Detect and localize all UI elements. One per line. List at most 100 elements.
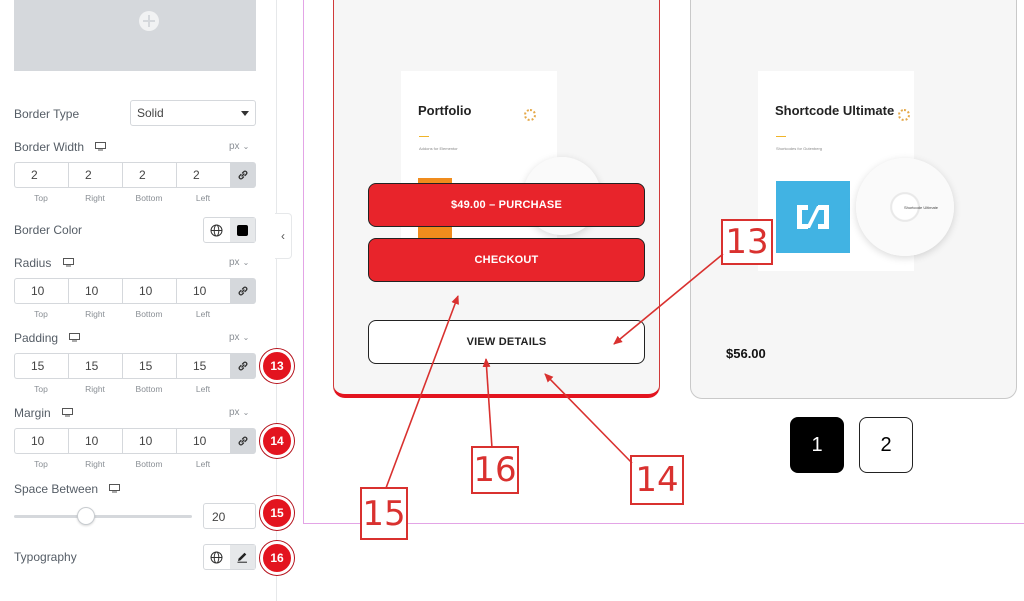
dim-label-bottom: Bottom — [135, 309, 163, 319]
link-values-button[interactable] — [230, 278, 256, 304]
padding-unit-selector[interactable]: px ⌄ — [229, 332, 249, 343]
global-colors-button[interactable] — [204, 218, 230, 242]
link-values-button[interactable] — [230, 428, 256, 454]
desktop-icon[interactable] — [95, 142, 107, 151]
chevron-down-icon: ⌄ — [242, 408, 250, 417]
space-between-label-text: Space Between — [14, 482, 99, 496]
dim-label-bottom: Bottom — [135, 459, 163, 469]
padding-right[interactable]: 15 — [68, 353, 122, 379]
checkout-button[interactable]: CHECKOUT — [368, 238, 645, 282]
globe-icon — [210, 224, 223, 236]
shortcode-logo — [776, 181, 850, 253]
radius-right[interactable]: 10 — [68, 278, 122, 304]
image-placeholder[interactable] — [14, 0, 256, 71]
style-panel: Border Type Solid Border Width px ⌄ 2 2 2… — [0, 0, 294, 601]
callout-badge-16: 16 — [260, 541, 294, 575]
dim-label-left: Left — [195, 459, 211, 469]
radius-unit: px — [229, 257, 240, 268]
edit-typography-button[interactable] — [229, 545, 255, 569]
caret-down-icon — [241, 111, 249, 116]
margin-label-text: Margin — [14, 406, 51, 420]
radius-unit-selector[interactable]: px ⌄ — [229, 257, 249, 268]
margin-left[interactable]: 10 — [176, 428, 230, 454]
product-box-subtitle: Shortcodes for Gutenberg — [776, 146, 823, 151]
dim-label-top: Top — [34, 193, 48, 203]
product-box-subtitle: Addons for Elementor — [419, 146, 458, 151]
padding-label: Padding — [14, 331, 81, 345]
margin-top[interactable]: 10 — [14, 428, 68, 454]
dim-label-top: Top — [34, 384, 48, 394]
add-image-icon[interactable] — [139, 11, 159, 31]
link-icon — [238, 286, 248, 296]
chevron-down-icon: ⌄ — [242, 258, 250, 267]
border-width-inputs: 2 2 2 2 — [14, 162, 256, 188]
border-width-label-text: Border Width — [14, 140, 85, 154]
border-width-bottom[interactable]: 2 — [122, 162, 176, 188]
shortcode-logo-icon — [797, 205, 829, 229]
global-typography-button[interactable] — [204, 545, 230, 569]
border-width-right[interactable]: 2 — [68, 162, 122, 188]
border-width-label: Border Width — [14, 140, 107, 154]
dim-label-right: Right — [85, 193, 105, 203]
product-box-title: Portfolio — [418, 103, 472, 118]
purchase-button[interactable]: $49.00 – PURCHASE — [368, 183, 645, 227]
link-values-button[interactable] — [230, 353, 256, 379]
space-between-slider-track[interactable] — [14, 515, 192, 518]
dim-label-right: Right — [85, 309, 105, 319]
radius-bottom[interactable]: 10 — [122, 278, 176, 304]
page-button-2[interactable]: 2 — [859, 417, 913, 473]
border-width-unit-selector[interactable]: px ⌄ — [229, 141, 249, 152]
space-between-label: Space Between — [14, 482, 121, 496]
desktop-icon[interactable] — [62, 408, 74, 417]
link-icon — [238, 361, 248, 371]
desktop-icon[interactable] — [109, 484, 121, 493]
border-color-label: Border Color — [14, 223, 83, 237]
padding-unit: px — [229, 332, 240, 343]
margin-right[interactable]: 10 — [68, 428, 122, 454]
pencil-icon — [237, 552, 248, 563]
margin-inputs: 10 10 10 10 — [14, 428, 256, 454]
margin-label: Margin — [14, 406, 74, 420]
space-between-input[interactable]: 20 — [203, 503, 256, 529]
dim-label-right: Right — [85, 384, 105, 394]
collapse-panel-button[interactable]: ‹ — [275, 213, 292, 259]
dim-label-bottom: Bottom — [135, 193, 163, 203]
margin-dim-labels: Top Right Bottom Left — [14, 459, 230, 469]
gear-icon — [898, 109, 910, 121]
desktop-icon[interactable] — [69, 333, 81, 342]
radius-dim-labels: Top Right Bottom Left — [14, 309, 230, 319]
padding-left[interactable]: 15 — [176, 353, 230, 379]
border-color-control — [203, 217, 256, 243]
gear-icon — [524, 109, 536, 121]
view-details-button[interactable]: VIEW DETAILS — [368, 320, 645, 364]
desktop-icon[interactable] — [62, 258, 74, 267]
border-type-select[interactable]: Solid — [130, 100, 256, 126]
border-width-top[interactable]: 2 — [14, 162, 68, 188]
margin-unit-selector[interactable]: px ⌄ — [229, 407, 249, 418]
radius-label: Radius — [14, 256, 74, 270]
accent-line — [419, 136, 429, 137]
padding-inputs: 15 15 15 15 — [14, 353, 256, 379]
padding-dim-labels: Top Right Bottom Left — [14, 384, 230, 394]
color-picker-button[interactable] — [229, 218, 255, 242]
link-values-button[interactable] — [230, 162, 256, 188]
radius-left[interactable]: 10 — [176, 278, 230, 304]
dim-label-left: Left — [195, 309, 211, 319]
dim-label-top: Top — [34, 459, 48, 469]
accent-line — [776, 136, 786, 137]
dim-label-left: Left — [195, 193, 211, 203]
chevron-down-icon: ⌄ — [242, 333, 250, 342]
callout-box-14: 14 — [630, 455, 684, 505]
page-button-1[interactable]: 1 — [790, 417, 844, 473]
typography-control — [203, 544, 256, 570]
padding-top[interactable]: 15 — [14, 353, 68, 379]
border-width-left[interactable]: 2 — [176, 162, 230, 188]
space-between-slider-handle[interactable] — [77, 507, 95, 525]
radius-inputs: 10 10 10 10 — [14, 278, 256, 304]
product-box-title: Shortcode Ultimate — [775, 103, 895, 118]
padding-label-text: Padding — [14, 331, 59, 345]
link-icon — [238, 436, 248, 446]
padding-bottom[interactable]: 15 — [122, 353, 176, 379]
margin-bottom[interactable]: 10 — [122, 428, 176, 454]
radius-top[interactable]: 10 — [14, 278, 68, 304]
